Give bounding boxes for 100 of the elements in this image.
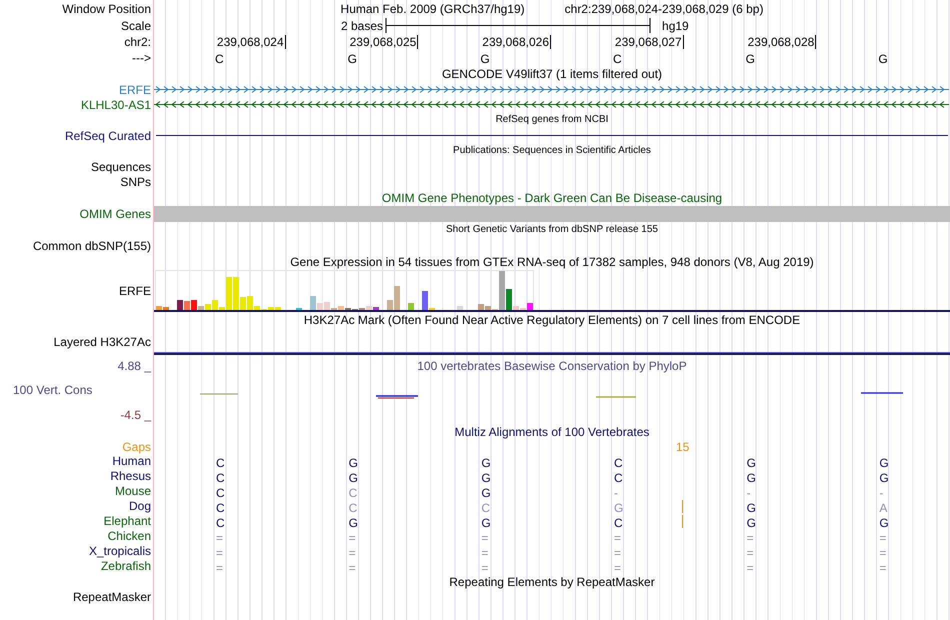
alignment-base: = <box>746 560 754 574</box>
coordinate-label: 239,068,028 <box>748 35 816 49</box>
alignment-base: = <box>481 560 488 574</box>
alignment-base: A <box>879 500 888 514</box>
alignment-base: = <box>348 530 356 544</box>
alignment-base: C <box>348 500 358 514</box>
row-label: Window Position <box>62 2 151 14</box>
axis-min-label: -4.5 _ <box>120 408 151 420</box>
alignment-base: G <box>481 516 491 530</box>
alignment-base: G <box>746 500 756 514</box>
alignment-base: C <box>216 486 225 500</box>
track-title: 100 vertebrates Basewise Conservation by PhyloP <box>417 360 687 372</box>
alignment-base: G <box>746 516 756 530</box>
reference-base: G <box>348 52 357 66</box>
track-label[interactable]: Layered H3K27Ac <box>54 336 151 348</box>
reference-base: C <box>613 52 622 66</box>
alignment-base: G <box>746 456 756 470</box>
reference-base: G <box>878 52 888 66</box>
track-label[interactable]: ERFE <box>118 84 151 96</box>
alignment-base: = <box>481 546 488 560</box>
coordinate-label: 239,068,027 <box>614 35 684 49</box>
track-label[interactable]: OMIM Genes <box>80 208 151 220</box>
track-label[interactable]: RepeatMasker <box>72 591 151 604</box>
alignment-base: = <box>879 546 886 560</box>
alignment-base: = <box>746 546 754 560</box>
alignment-base: = <box>879 530 886 544</box>
track-label[interactable]: 100 Vert. Cons <box>0 384 92 396</box>
track-label[interactable]: Elephant <box>104 515 151 527</box>
gap-count: 15 <box>676 440 690 452</box>
alignment-base: = <box>348 546 356 560</box>
alignment-base: = <box>348 560 356 574</box>
track-label[interactable]: RefSeq Curated <box>64 130 151 142</box>
alignment-base: C <box>216 456 225 470</box>
track-title: Publications: Sequences in Scientific Articles <box>453 146 651 156</box>
alignment-base: C <box>614 456 623 470</box>
reference-base: G <box>480 52 490 66</box>
alignment-base: G <box>879 456 889 470</box>
track-title: GENCODE V49lift37 (1 items filtered out) <box>442 68 662 80</box>
track-title: Repeating Elements by RepeatMasker <box>449 576 655 588</box>
alignment-base: = <box>216 530 224 544</box>
reference-base: G <box>746 52 755 66</box>
position-label: chr2:239,068,024-239,068,029 (6 bp) <box>564 2 764 14</box>
alignment-base: G <box>746 470 756 484</box>
track-title: Multiz Alignments of 100 Vertebrates <box>454 426 650 438</box>
coordinate-label: 239,068,026 <box>482 35 551 49</box>
alignment-base: C <box>614 470 623 484</box>
track-title: Gene Expression in 54 tissues from GTEx RNA-seq of 17382 samples, 948 donors (V8, Aug 2019) <box>290 256 814 268</box>
alignment-base: G <box>879 516 889 530</box>
track-label[interactable]: Rhesus <box>110 470 151 482</box>
assembly-label: Human Feb. 2009 (GRCh37/hg19) <box>340 2 525 14</box>
alignment-base: G <box>614 500 624 514</box>
track-label[interactable]: Chicken <box>108 530 151 542</box>
track-label[interactable]: X_tropicalis <box>88 545 151 557</box>
alignment-base: = <box>614 546 622 560</box>
track-title: H3K27Ac Mark (Often Found Near Active Regulatory Elements) on 7 cell lines from ENCODE <box>304 314 800 326</box>
track-label[interactable]: KLHL30-AS1 <box>80 98 151 110</box>
alignment-base: = <box>614 560 622 574</box>
alignment-base: - <box>746 486 751 500</box>
scale-text: 2 bases <box>341 20 384 32</box>
alignment-base: C <box>348 486 358 500</box>
scale-assembly: hg19 <box>662 20 689 32</box>
alignment-base: G <box>348 516 358 530</box>
track-label[interactable]: Common dbSNP(155) <box>32 240 151 252</box>
gene-line-drawing[interactable] <box>154 100 949 109</box>
track-label[interactable]: Mouse <box>114 485 151 497</box>
alignment-base: = <box>216 560 224 574</box>
track-label[interactable]: ERFE <box>118 284 151 296</box>
gene-line-drawing[interactable] <box>154 85 949 94</box>
track-label[interactable]: Sequences <box>90 160 151 173</box>
track-label[interactable]: Zebrafish <box>100 560 151 572</box>
axis-max-label: 4.88 _ <box>118 360 151 372</box>
reference-base: C <box>215 52 224 66</box>
track-title: RefSeq genes from NCBI <box>496 115 608 125</box>
alignment-base: G <box>348 456 358 470</box>
alignment-base: = <box>746 530 754 544</box>
alignment-base: - <box>614 486 618 500</box>
track-label[interactable]: SNPs <box>120 176 151 188</box>
track-label[interactable]: Human <box>112 455 151 467</box>
alignment-base: C <box>481 500 490 514</box>
alignment-base: G <box>481 456 491 470</box>
alignment-base: = <box>879 560 886 574</box>
alignment-base: C <box>216 516 225 530</box>
alignment-base: G <box>481 470 491 484</box>
row-label: ---> <box>132 52 151 64</box>
row-label: Scale <box>120 20 151 32</box>
alignment-base: G <box>879 470 889 484</box>
alignment-base: C <box>614 516 623 530</box>
alignment-base: C <box>216 470 225 484</box>
alignment-base: = <box>614 530 622 544</box>
track-title: OMIM Gene Phenotypes - Dark Green Can Be Disease-causing <box>382 192 722 204</box>
alignment-base: G <box>481 486 491 500</box>
coordinate-label: 239,068,024 <box>216 35 286 49</box>
alignment-base: = <box>216 546 224 560</box>
track-title: Short Genetic Variants from dbSNP release 155 <box>446 225 658 235</box>
coordinate-label: 239,068,025 <box>350 35 418 49</box>
alignment-base: C <box>216 500 225 514</box>
alignment-base: - <box>879 486 884 500</box>
alignment-base: = <box>481 530 488 544</box>
track-label[interactable]: Dog <box>128 500 151 512</box>
row-label: chr2: <box>124 36 151 48</box>
